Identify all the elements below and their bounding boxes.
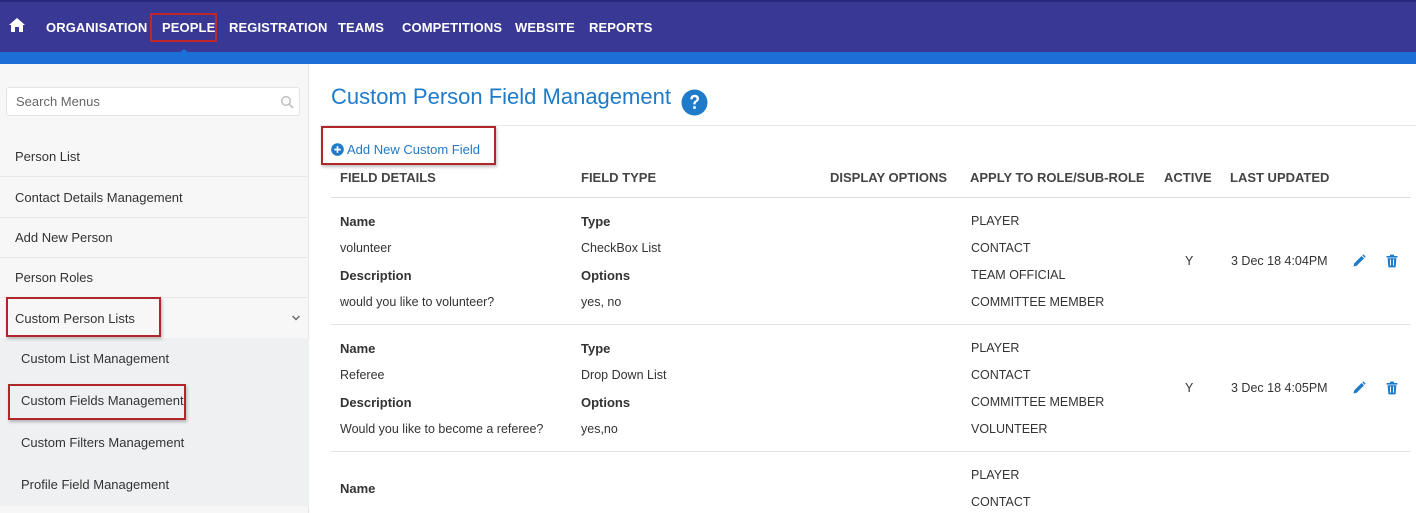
- search-menus-input[interactable]: [7, 88, 267, 115]
- role-value: CONTACT: [971, 368, 1031, 382]
- role-value: COMMITTEE MEMBER: [971, 295, 1105, 309]
- last-updated-value: 3 Dec 18 4:04PM: [1231, 254, 1328, 268]
- field-type-label: Type: [581, 341, 611, 356]
- search-icon[interactable]: [280, 95, 294, 109]
- search-menus-box: [6, 87, 300, 116]
- role-value: PLAYER: [971, 214, 1020, 228]
- highlight-box-custom-person-lists: [6, 297, 161, 337]
- field-options-label: Options: [581, 395, 631, 410]
- sidebar-item-person-list[interactable]: Person List: [0, 137, 309, 177]
- help-icon[interactable]: [681, 89, 708, 116]
- active-value: Y: [1185, 254, 1194, 268]
- sidebar-item-contact-details-management[interactable]: Contact Details Management: [0, 178, 309, 218]
- role-value: CONTACT: [971, 241, 1031, 255]
- sidebar: Person List Contact Details Management A…: [0, 64, 309, 513]
- table-header-divider: [331, 197, 1411, 198]
- field-options-label: Options: [581, 268, 631, 283]
- sidebar-item-person-roles[interactable]: Person Roles: [0, 258, 309, 298]
- field-type-label: Type: [581, 214, 611, 229]
- nav-competitions[interactable]: COMPETITIONS: [402, 2, 502, 54]
- role-value: COMMITTEE MEMBER: [971, 395, 1105, 409]
- nav-website[interactable]: WEBSITE: [515, 2, 575, 54]
- nav-organisation[interactable]: ORGANISATION: [46, 2, 147, 54]
- highlight-box-custom-fields-management: [8, 384, 186, 420]
- sidebar-item-add-new-person[interactable]: Add New Person: [0, 218, 309, 258]
- sub-navigation-bar: [0, 52, 1416, 64]
- row-divider: [331, 324, 1411, 325]
- field-description-value: Would you like to become a referee?: [340, 422, 544, 436]
- row-divider: [331, 451, 1411, 452]
- column-header-active: ACTIVE: [1164, 170, 1212, 185]
- field-name-label: Name: [340, 214, 376, 229]
- last-updated-value: 3 Dec 18 4:05PM: [1231, 381, 1328, 395]
- nav-reports[interactable]: REPORTS: [589, 2, 653, 54]
- trash-icon[interactable]: [1385, 381, 1399, 395]
- sidebar-subitem-custom-list-management[interactable]: Custom List Management: [0, 338, 309, 380]
- role-value: VOLUNTEER: [971, 422, 1048, 436]
- role-value: TEAM OFFICIAL: [971, 268, 1066, 282]
- active-value: Y: [1185, 381, 1194, 395]
- field-description-label: Description: [340, 268, 412, 283]
- role-value: PLAYER: [971, 341, 1020, 355]
- field-name-value: volunteer: [340, 241, 392, 255]
- trash-icon[interactable]: [1385, 254, 1399, 268]
- column-header-display-options: DISPLAY OPTIONS: [830, 170, 948, 185]
- nav-teams[interactable]: TEAMS: [338, 2, 384, 54]
- field-options-value: yes, no: [581, 295, 622, 309]
- top-navigation: ORGANISATION PEOPLE REGISTRATION TEAMS C…: [0, 0, 1416, 54]
- home-icon[interactable]: [8, 16, 26, 34]
- page-title: Custom Person Field Management: [331, 84, 671, 109]
- role-value: CONTACT: [971, 495, 1031, 509]
- field-description-label: Description: [340, 395, 412, 410]
- nav-active-highlight: [150, 13, 217, 42]
- column-header-field-type: FIELD TYPE: [581, 170, 657, 185]
- field-type-value: CheckBox List: [581, 241, 661, 255]
- column-header-last-updated: LAST UPDATED: [1230, 170, 1330, 185]
- field-options-value: yes,no: [581, 422, 618, 436]
- sidebar-subitem-profile-field-management[interactable]: Profile Field Management: [0, 464, 309, 506]
- role-value: PLAYER: [971, 468, 1020, 482]
- edit-pencil-icon[interactable]: [1352, 254, 1366, 268]
- field-name-value: Referee: [340, 368, 385, 382]
- field-description-value: would you like to volunteer?: [340, 295, 495, 309]
- chevron-down-icon: [292, 315, 300, 321]
- field-name-label: Name: [340, 341, 376, 356]
- column-header-field-details: FIELD DETAILS: [340, 170, 436, 185]
- sidebar-subitem-custom-filters-management[interactable]: Custom Filters Management: [0, 422, 309, 464]
- nav-registration[interactable]: REGISTRATION: [229, 2, 327, 54]
- highlight-box-add-new-custom-field: [321, 126, 496, 165]
- column-header-apply-to-role: APPLY TO ROLE/SUB-ROLE: [970, 170, 1145, 185]
- field-type-value: Drop Down List: [581, 368, 667, 382]
- edit-pencil-icon[interactable]: [1352, 381, 1366, 395]
- field-name-label: Name: [340, 481, 376, 496]
